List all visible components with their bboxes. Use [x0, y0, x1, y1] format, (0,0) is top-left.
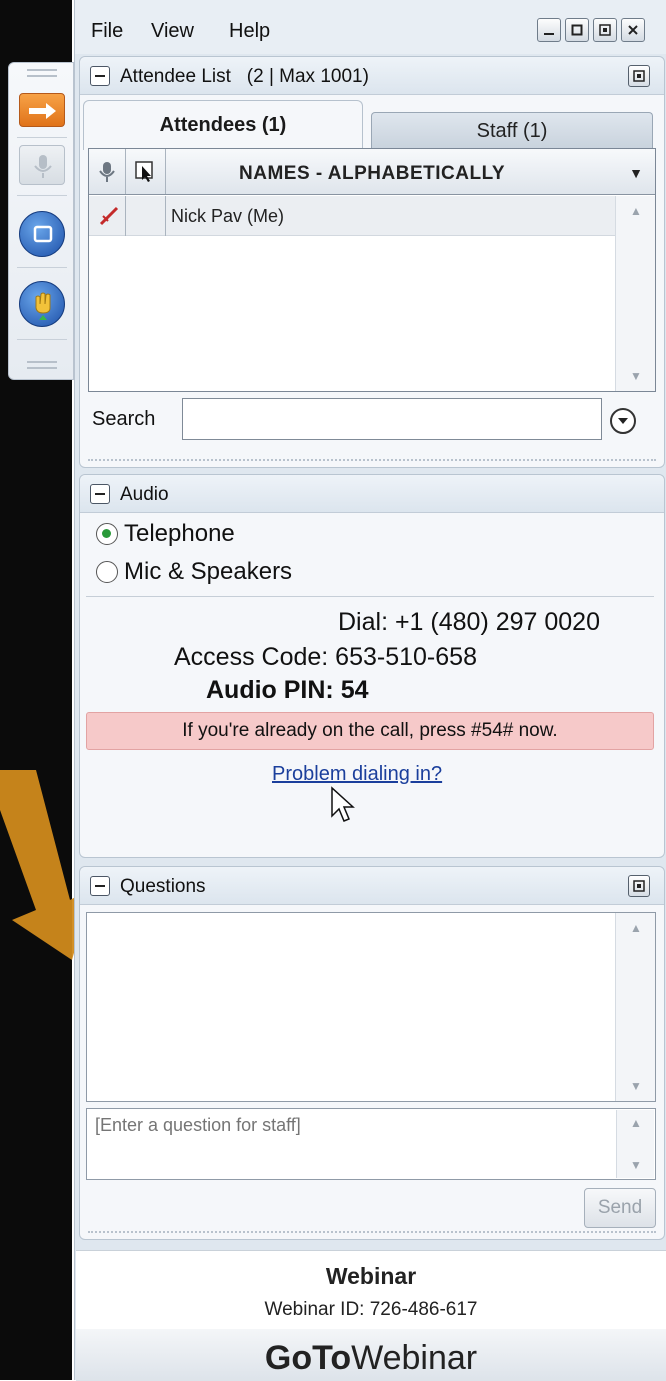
- menu-bar: File View Help: [75, 0, 666, 54]
- logo-band: GoToWebinar: [76, 1329, 666, 1381]
- tab-staff[interactable]: Staff (1): [371, 112, 653, 150]
- screen-status-column[interactable]: [133, 159, 157, 190]
- question-input[interactable]: [86, 1108, 656, 1180]
- microphone-icon: [34, 155, 52, 178]
- scroll-up-icon[interactable]: ▲: [616, 921, 656, 935]
- mouse-cursor-icon: [331, 786, 355, 822]
- attendee-grid: NAMES - ALPHABETICALLY ▼ Nick Pav (Me) ▲…: [88, 148, 656, 392]
- audio-divider: [86, 596, 654, 597]
- toolbar-separator: [17, 267, 67, 268]
- scroll-down-icon[interactable]: ▼: [617, 1158, 655, 1172]
- screen-icon: [33, 225, 53, 243]
- restore-button[interactable]: [593, 18, 617, 42]
- webinar-footer: Webinar Webinar ID: 726-486-617 GoToWebi…: [76, 1250, 666, 1381]
- questions-popout-button[interactable]: [628, 875, 650, 897]
- toolbar-grip-top[interactable]: [27, 69, 57, 77]
- attendee-grid-header: NAMES - ALPHABETICALLY ▼: [89, 149, 655, 195]
- questions-log: ▲ ▼: [86, 912, 656, 1102]
- toolbar-separator: [17, 339, 67, 340]
- scroll-down-icon[interactable]: ▼: [616, 369, 656, 383]
- scroll-up-icon[interactable]: ▲: [617, 1116, 655, 1130]
- table-row[interactable]: Nick Pav (Me): [89, 196, 615, 236]
- telephone-radio[interactable]: [96, 523, 118, 545]
- questions-title: Questions: [120, 876, 206, 897]
- already-on-call-notice: If you're already on the call, press #54…: [86, 712, 654, 750]
- search-input[interactable]: [182, 398, 602, 440]
- attendee-list-popout-button[interactable]: [628, 65, 650, 87]
- webinar-title: Webinar: [325, 1263, 417, 1289]
- problem-dialing-link[interactable]: Problem dialing in?: [272, 763, 442, 786]
- logo-bold-text: GoTo: [264, 1339, 352, 1377]
- maximize-button[interactable]: [565, 18, 589, 42]
- send-button[interactable]: Send: [584, 1188, 656, 1228]
- muted-microphone-icon: [97, 204, 121, 233]
- audio-header: Audio: [80, 475, 664, 513]
- scroll-down-icon[interactable]: ▼: [616, 1079, 656, 1093]
- audio-status-column[interactable]: [95, 159, 119, 190]
- popout-icon: [633, 880, 645, 892]
- menu-view[interactable]: View: [151, 20, 194, 43]
- minimize-button[interactable]: [537, 18, 561, 42]
- mic-speakers-radio[interactable]: [96, 561, 118, 583]
- column-separator: [125, 196, 126, 236]
- toolbar-separator: [17, 137, 67, 138]
- collapse-panel-button[interactable]: [19, 93, 65, 127]
- access-code: Access Code: 653-510-658: [174, 643, 477, 671]
- toolbar-separator: [17, 195, 67, 196]
- question-input-scrollbar[interactable]: ▲ ▼: [616, 1110, 654, 1178]
- close-icon: [628, 25, 638, 35]
- raise-hand-button[interactable]: [19, 281, 65, 327]
- column-separator: [125, 149, 126, 194]
- arrow-right-icon: [29, 103, 56, 119]
- sort-dropdown-icon[interactable]: ▼: [629, 165, 643, 181]
- close-button[interactable]: [621, 18, 645, 42]
- column-separator: [165, 196, 166, 236]
- audio-title: Audio: [120, 484, 169, 505]
- microphone-button[interactable]: [19, 145, 65, 185]
- logo-light-text: Webinar: [351, 1339, 478, 1377]
- section-divider: [88, 459, 656, 461]
- attendee-list-title-text: Attendee List: [120, 66, 231, 87]
- microphone-icon: [99, 162, 115, 182]
- gotowebinar-logo: GoToWebinar: [76, 1339, 666, 1378]
- scroll-up-icon[interactable]: ▲: [616, 204, 656, 218]
- show-screen-button[interactable]: [19, 211, 65, 257]
- webinar-id: Webinar ID: 726-486-617: [264, 1299, 478, 1320]
- attendee-list-header: Attendee List (2 | Max 1001): [80, 57, 664, 95]
- popout-icon: [633, 70, 645, 82]
- audio-collapse-button[interactable]: [90, 484, 110, 504]
- minimize-icon: [544, 33, 554, 35]
- menu-file[interactable]: File: [91, 20, 123, 43]
- dial-number: Dial: +1 (480) 297 0020: [338, 608, 600, 636]
- attendee-count: (2 | Max 1001): [246, 66, 369, 87]
- names-sort-header[interactable]: NAMES - ALPHABETICALLY: [239, 163, 505, 185]
- attendee-name: Nick Pav (Me): [171, 206, 285, 226]
- raise-hand-icon: [35, 292, 51, 320]
- control-toolbar: [8, 62, 74, 380]
- questions-collapse-button[interactable]: [90, 876, 110, 896]
- attendee-list-collapse-button[interactable]: [90, 66, 110, 86]
- attendee-scrollbar[interactable]: ▲ ▼: [615, 196, 655, 391]
- tab-attendees[interactable]: Attendees (1): [83, 100, 363, 150]
- mic-speakers-label[interactable]: Mic & Speakers: [124, 558, 292, 586]
- questions-scrollbar[interactable]: ▲ ▼: [615, 913, 655, 1101]
- search-label: Search: [92, 408, 156, 430]
- restore-icon: [599, 24, 611, 36]
- questions-header: Questions: [80, 867, 664, 905]
- attendee-list-title: Attendee List (2 | Max 1001): [120, 66, 369, 88]
- telephone-label[interactable]: Telephone: [124, 520, 235, 548]
- toolbar-grip-bottom[interactable]: [27, 361, 57, 369]
- audio-pin: Audio PIN: 54: [206, 676, 369, 704]
- section-divider: [88, 1231, 656, 1233]
- search-options-button[interactable]: [610, 408, 636, 434]
- menu-help[interactable]: Help: [229, 20, 270, 43]
- chevron-down-icon: [618, 418, 628, 424]
- maximize-icon: [571, 24, 583, 36]
- column-separator: [165, 149, 166, 194]
- pointer-screen-icon: [135, 161, 153, 182]
